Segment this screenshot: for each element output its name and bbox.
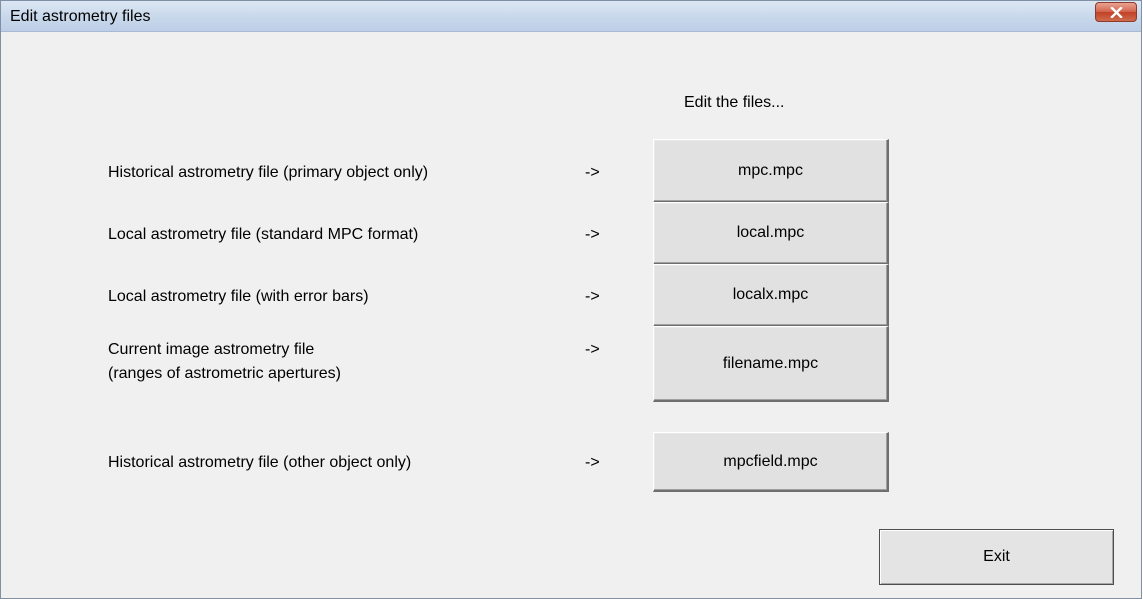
row-arrow: -> <box>585 226 600 243</box>
row-arrow: -> <box>585 288 600 305</box>
edit-files-heading: Edit the files... <box>684 94 785 111</box>
row-description-current-image: Current image astrometry file <box>108 341 315 358</box>
exit-button[interactable]: Exit <box>879 529 1114 585</box>
row-arrow: -> <box>585 164 600 181</box>
filename-file-button[interactable]: filename.mpc <box>653 326 889 402</box>
mpcfield-file-button[interactable]: mpcfield.mpc <box>653 432 889 492</box>
row-description-current-image-sub: (ranges of astrometric apertures) <box>108 365 341 382</box>
edit-astrometry-dialog: Edit astrometry files Edit the files... … <box>0 0 1142 599</box>
row-description-local-error-bars: Local astrometry file (with error bars) <box>108 288 369 305</box>
row-description-local-standard: Local astrometry file (standard MPC form… <box>108 226 419 243</box>
row-description-primary-history: Historical astrometry file (primary obje… <box>108 164 429 181</box>
mpc-file-button[interactable]: mpc.mpc <box>653 139 889 203</box>
row-arrow: -> <box>585 454 600 471</box>
title-bar[interactable]: Edit astrometry files <box>1 1 1141 32</box>
row-arrow: -> <box>585 341 600 358</box>
close-icon <box>1110 7 1123 18</box>
window-title: Edit astrometry files <box>10 8 151 25</box>
local-file-button[interactable]: local.mpc <box>653 202 889 265</box>
dialog-body: Edit the files... Historical astrometry … <box>1 32 1141 598</box>
close-button[interactable] <box>1095 2 1137 22</box>
localx-file-button[interactable]: localx.mpc <box>653 264 889 327</box>
row-description-other-history: Historical astrometry file (other object… <box>108 454 412 471</box>
